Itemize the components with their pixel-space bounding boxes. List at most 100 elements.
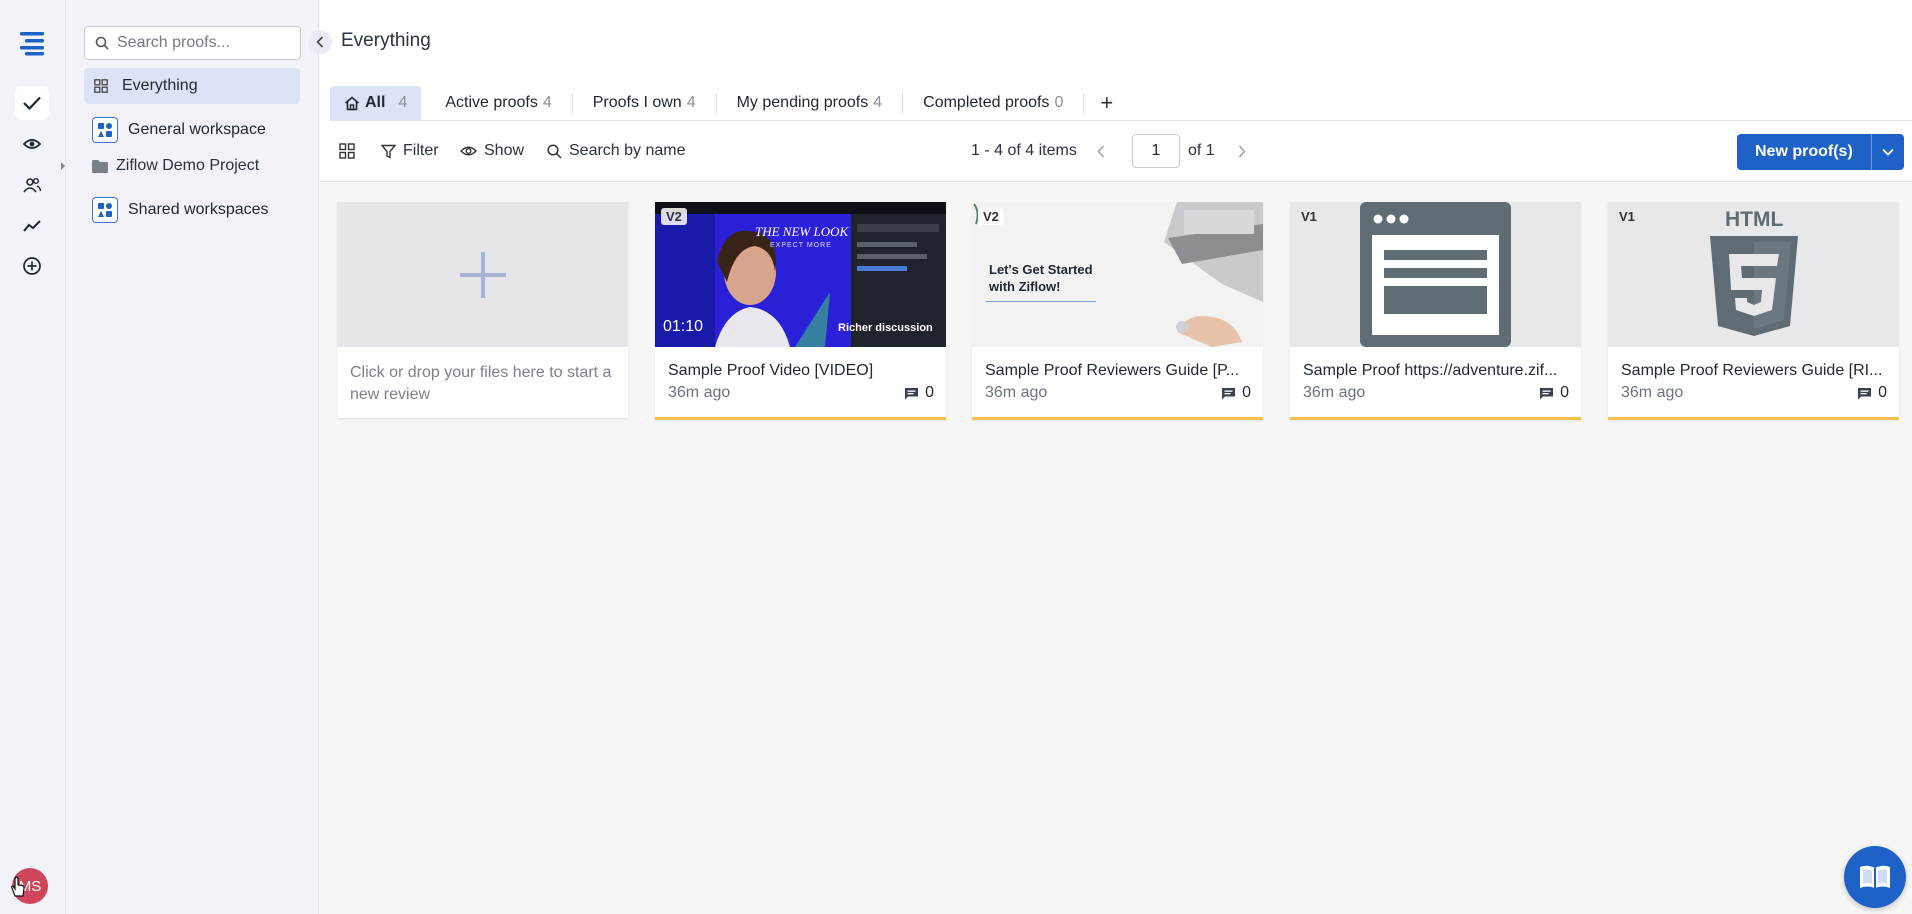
proof-thumbnail[interactable]: V1 HTML: [1608, 202, 1899, 347]
tab-completed-proofs[interactable]: Completed proofs 0: [909, 86, 1077, 120]
workspace-sidebar: Everything General workspace Ziflow Demo…: [61, 0, 319, 914]
filter-icon: [381, 144, 396, 159]
collapse-sidebar-button[interactable]: [308, 30, 332, 54]
grid-view-button[interactable]: [339, 134, 362, 168]
upload-dropzone[interactable]: [337, 202, 628, 347]
caret-right-icon[interactable]: [59, 161, 67, 171]
tab-proofs-i-own[interactable]: Proofs I own 4: [579, 86, 710, 120]
add-tab-button[interactable]: +: [1090, 86, 1123, 120]
tab-divider: [902, 93, 904, 113]
new-proofs-dropdown-button[interactable]: [1871, 134, 1904, 170]
upload-card[interactable]: Click or drop your files here to start a…: [337, 202, 628, 418]
help-center-button[interactable]: [1844, 846, 1906, 908]
proof-title: Sample Proof https://adventure.zif...: [1303, 362, 1558, 379]
upload-hint: Click or drop your files here to start a…: [350, 364, 612, 403]
main-area: Everything All 4 Active proofs 4 Proofs …: [320, 0, 1912, 914]
previous-page-button[interactable]: [1097, 134, 1112, 168]
tabs-underline: [330, 120, 1912, 121]
tab-count: 4: [686, 94, 696, 111]
proof-thumbnail[interactable]: V2 THE NEW LOOK EXPECT MORE Richer discu…: [655, 202, 946, 347]
main-header: Everything All 4 Active proofs 4 Proofs …: [320, 0, 1912, 182]
search-proofs-input[interactable]: [117, 34, 287, 52]
tab-my-pending-proofs[interactable]: My pending proofs 4: [723, 86, 897, 120]
version-badge: V2: [978, 208, 1004, 225]
filter-label: Filter: [403, 142, 439, 159]
comment-count-value: 0: [1878, 384, 1887, 401]
tab-count: 4: [873, 94, 883, 111]
tab-active-proofs[interactable]: Active proofs 4: [421, 86, 565, 120]
proof-title: Sample Proof Video [VIDEO]: [668, 362, 874, 379]
tab-label: Proofs I own: [592, 94, 682, 111]
eye-icon: [460, 146, 477, 156]
review-eye-icon[interactable]: [15, 127, 49, 161]
comment-icon: [1540, 387, 1554, 399]
video-duration: 01:10: [663, 318, 704, 335]
sidebar-item-label: Ziflow Demo Project: [116, 157, 260, 174]
comment-count[interactable]: 0: [1539, 384, 1569, 402]
show-label: Show: [484, 142, 525, 159]
grid-view-icon: [339, 143, 355, 159]
items-range: 1 - 4 of 4 items: [971, 142, 1077, 159]
ziflow-logo-icon[interactable]: [15, 26, 49, 60]
tab-label: Active proofs: [445, 94, 538, 111]
sidebar-item-shared-workspaces[interactable]: Shared workspaces: [84, 192, 300, 228]
tab-count: 4: [542, 94, 552, 111]
plus-icon: [459, 251, 506, 298]
tab-count: 0: [1054, 94, 1064, 111]
comment-count[interactable]: 0: [1221, 384, 1251, 402]
grid-icon: [94, 79, 108, 93]
page-number-input[interactable]: 1: [1132, 134, 1180, 168]
search-icon: [547, 143, 562, 159]
new-proofs-button[interactable]: New proof(s): [1737, 134, 1872, 170]
tab-divider: [571, 93, 573, 113]
chevron-down-icon: [1882, 148, 1894, 156]
tab-label: My pending proofs: [736, 94, 869, 111]
hand-cursor-icon: [10, 876, 26, 898]
search-proofs-box[interactable]: [84, 26, 301, 60]
add-circle-icon[interactable]: [15, 249, 49, 283]
proof-thumbnail[interactable]: V2 Let's Get Started with Ziflow!: [972, 202, 1263, 347]
search-by-name-label: Search by name: [569, 142, 686, 159]
proof-thumbnail[interactable]: V1: [1290, 202, 1581, 347]
thumbnail-line-2: with Ziflow!: [989, 279, 1061, 294]
sidebar-item-everything[interactable]: Everything: [84, 68, 300, 104]
search-icon: [95, 36, 109, 50]
next-page-button[interactable]: [1238, 134, 1253, 168]
sidebar-item-general-workspace[interactable]: General workspace: [84, 112, 300, 148]
chevron-left-icon: [1097, 144, 1105, 158]
people-icon[interactable]: [15, 168, 49, 202]
workspace-icon: [92, 197, 118, 223]
tab-divider: [715, 93, 717, 113]
thumbnail-headline: THE NEW LOOK: [755, 224, 849, 239]
comment-count-value: 0: [925, 384, 934, 401]
browser-window-icon: [1360, 202, 1511, 347]
comment-count[interactable]: 0: [1857, 384, 1887, 402]
tab-all[interactable]: All 4: [330, 86, 422, 120]
proof-time: 36m ago: [985, 384, 1048, 401]
proof-card[interactable]: V2 Let's Get Started with Ziflow! Sample…: [972, 202, 1263, 420]
tab-count: 4: [398, 94, 408, 111]
comment-count-value: 0: [1242, 384, 1251, 401]
chevron-left-icon: [316, 36, 324, 48]
proof-time: 36m ago: [1621, 384, 1684, 401]
sidebar-item-label: General workspace: [128, 121, 266, 138]
proofs-check-icon[interactable]: [15, 86, 49, 120]
page-total: of 1: [1188, 142, 1215, 159]
proof-card[interactable]: V1 HTML Sample Proof Reviewers Guide [RI…: [1608, 202, 1899, 420]
sidebar-item-label: Everything: [122, 77, 198, 94]
proof-time: 36m ago: [1303, 384, 1366, 401]
proof-card[interactable]: V2 THE NEW LOOK EXPECT MORE Richer discu…: [655, 202, 946, 420]
proof-tabs: All 4 Active proofs 4 Proofs I own 4 My …: [330, 86, 1123, 120]
tab-label: All: [365, 94, 386, 111]
tab-label: Completed proofs: [923, 94, 1050, 111]
show-button[interactable]: Show: [460, 134, 524, 168]
analytics-icon[interactable]: [15, 209, 49, 243]
filter-button[interactable]: Filter: [381, 134, 439, 168]
proof-title: Sample Proof Reviewers Guide [P...: [985, 362, 1240, 379]
comment-count[interactable]: 0: [904, 384, 934, 402]
thumbnail-line-1: Let's Get Started: [989, 262, 1093, 277]
proof-card[interactable]: V1 Sample Proof https://adventure.zif...…: [1290, 202, 1581, 420]
version-badge: V1: [1614, 208, 1640, 225]
book-icon: [1860, 865, 1890, 888]
search-by-name-button[interactable]: Search by name: [547, 134, 686, 168]
